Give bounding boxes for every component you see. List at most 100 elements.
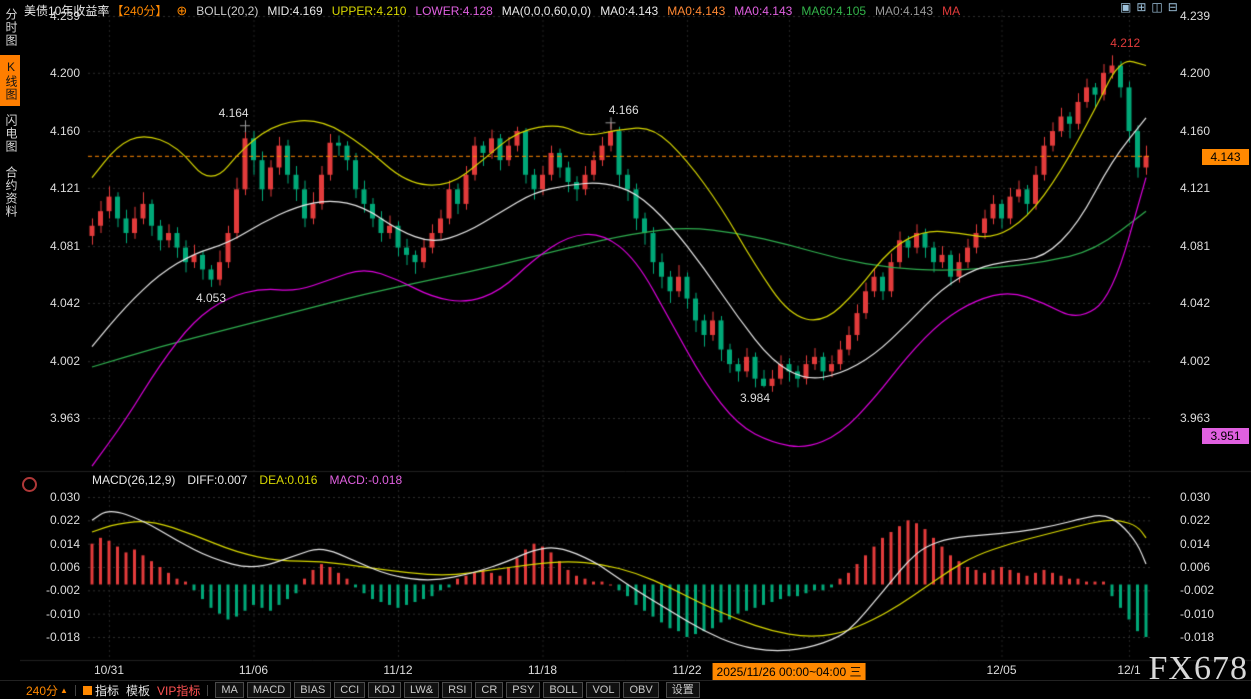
macd-axis-label: 0.006 bbox=[28, 560, 80, 574]
ma-value: MA0:4.143 bbox=[667, 4, 725, 18]
macd-axis-label: -0.002 bbox=[1180, 583, 1214, 597]
x-axis-label: 10/31 bbox=[94, 663, 124, 677]
price-annotation: 3.984 bbox=[740, 392, 770, 406]
macd-axis-label: -0.018 bbox=[28, 630, 80, 644]
indicator-button-2[interactable]: MACD bbox=[247, 682, 291, 698]
boll-mid-value: MID:4.169 bbox=[267, 4, 322, 18]
x-axis-label: 11/18 bbox=[528, 663, 557, 677]
indicator-button-12[interactable]: OBV bbox=[623, 682, 658, 698]
macd-legend-bar: MACD(26,12,9) DIFF:0.007 DEA:0.016 MACD:… bbox=[92, 473, 402, 487]
price-annotation: 4.166 bbox=[609, 103, 639, 117]
macd-axis-label: -0.018 bbox=[1180, 630, 1214, 644]
layout-columns-icon[interactable]: ◫ bbox=[1151, 1, 1162, 14]
indicator-button-3[interactable]: BIAS bbox=[294, 682, 331, 698]
boll-label: BOLL(20,2) bbox=[196, 4, 258, 18]
y-axis-label: 4.160 bbox=[28, 124, 80, 138]
y-axis-label: 4.200 bbox=[1180, 66, 1210, 80]
indicator-button-6[interactable]: LW& bbox=[404, 682, 439, 698]
bottom-toolbar: 240分 ▲ 指标 模板 VIP指标 MAMACDBIASCCIKDJLW&RS… bbox=[0, 680, 1251, 699]
boll-lower-value: LOWER:4.128 bbox=[415, 4, 492, 18]
price-annotation: 4.053 bbox=[196, 291, 226, 305]
y-axis-label: 4.002 bbox=[1180, 354, 1210, 368]
sidebar-tab-1[interactable]: K线图 bbox=[0, 55, 20, 106]
macd-label: MACD(26,12,9) bbox=[92, 473, 175, 487]
left-sidebar: 分时图 K线图闪电图合约资料 bbox=[0, 0, 20, 699]
ma-value: MA60:4.105 bbox=[801, 4, 866, 18]
ma-value: MA0:4.143 bbox=[875, 4, 933, 18]
macd-axis-label: 0.006 bbox=[1180, 560, 1210, 574]
x-axis-label: 11/06 bbox=[239, 663, 268, 677]
indicator-button-1[interactable]: MA bbox=[215, 682, 244, 698]
ma-group-label: MA(0,0,0,60,0,0) bbox=[502, 4, 591, 18]
x-axis-label: 11/22 bbox=[672, 663, 701, 677]
sidebar-tab-3[interactable]: 合约资料 bbox=[0, 161, 20, 223]
y-axis-label: 4.081 bbox=[28, 239, 80, 253]
y-axis-label: 3.963 bbox=[28, 411, 80, 425]
y-axis-label: 4.002 bbox=[28, 354, 80, 368]
sidebar-tab-0[interactable]: 分时图 bbox=[0, 3, 20, 52]
indicator-button-4[interactable]: CCI bbox=[334, 682, 365, 698]
macd-diff-value: DIFF:0.007 bbox=[187, 473, 247, 487]
x-axis-label: 12/1 bbox=[1117, 663, 1140, 677]
price-annotation: 4.212 bbox=[1110, 36, 1140, 50]
session-marker-icon[interactable] bbox=[22, 477, 37, 492]
macd-axis-label: -0.010 bbox=[1180, 607, 1214, 621]
indicator-button-8[interactable]: CR bbox=[475, 682, 503, 698]
caret-up-icon: ▲ bbox=[60, 686, 68, 695]
tab-templates[interactable]: 模板 bbox=[126, 682, 150, 699]
timeframe-selector[interactable]: 240分 ▲ bbox=[26, 682, 68, 699]
boll-upper-value: UPPER:4.210 bbox=[332, 4, 407, 18]
macd-axis-label: -0.002 bbox=[28, 583, 80, 597]
window-layout-icons: ▣ ⊞ ◫ ⊟ bbox=[1120, 1, 1178, 14]
macd-axis-label: -0.010 bbox=[28, 607, 80, 621]
x-axis-label: 12/05 bbox=[986, 663, 1016, 677]
settings-button[interactable]: 设置 bbox=[666, 682, 700, 698]
macd-axis-label: 0.022 bbox=[28, 513, 80, 527]
macd-axis-label: 0.030 bbox=[1180, 490, 1210, 504]
y-axis-label: 4.042 bbox=[28, 296, 80, 310]
indicator-button-9[interactable]: PSY bbox=[506, 682, 540, 698]
y-axis-label: 3.963 bbox=[1180, 411, 1210, 425]
y-axis-label: 4.200 bbox=[28, 66, 80, 80]
timeframe-label: 240分 bbox=[26, 682, 58, 699]
ma-values-group: MA0:4.143 MA0:4.143 MA0:4.143 MA60:4.105 MA0… bbox=[600, 4, 960, 18]
tab-indicators[interactable]: 指标 bbox=[83, 682, 119, 699]
expand-icon[interactable]: ⊕ bbox=[176, 3, 187, 19]
axis-price-tag: 3.951 bbox=[1202, 428, 1249, 444]
y-axis-label: 4.160 bbox=[1180, 124, 1210, 138]
indicator-button-11[interactable]: VOL bbox=[586, 682, 620, 698]
ma-value: MA bbox=[942, 4, 960, 18]
layout-grid-icon[interactable]: ⊞ bbox=[1136, 1, 1146, 14]
y-axis-label: 4.121 bbox=[1180, 181, 1210, 195]
y-axis-label: 4.042 bbox=[1180, 296, 1210, 310]
indicator-tab-marker-icon bbox=[83, 686, 92, 695]
ma-value: MA0:4.143 bbox=[734, 4, 792, 18]
sidebar-tab-2[interactable]: 闪电图 bbox=[0, 109, 20, 158]
macd-axis-label: 0.022 bbox=[1180, 513, 1210, 527]
indicator-button-5[interactable]: KDJ bbox=[368, 682, 401, 698]
macd-axis-label: 0.014 bbox=[1180, 537, 1210, 551]
macd-dea-value: DEA:0.016 bbox=[259, 473, 317, 487]
indicator-button-10[interactable]: BOLL bbox=[543, 682, 583, 698]
tab-indicators-label: 指标 bbox=[95, 682, 119, 699]
y-axis-label: 4.239 bbox=[1180, 9, 1210, 23]
macd-axis-label: 0.030 bbox=[28, 490, 80, 504]
indicator-button-7[interactable]: RSI bbox=[442, 682, 472, 698]
indicator-button-group: MAMACDBIASCCIKDJLW&RSICRPSYBOLLVOLOBV bbox=[215, 682, 658, 698]
y-axis-label: 4.121 bbox=[28, 181, 80, 195]
trading-app-window: 分时图 K线图闪电图合约资料 美债10年收益率 【240分】 ⊕ BOLL(20,… bbox=[0, 0, 1251, 699]
chart-legend-bar: 美债10年收益率 【240分】 ⊕ BOLL(20,2) MID:4.169 U… bbox=[24, 2, 960, 19]
y-axis-label: 4.081 bbox=[1180, 239, 1210, 253]
toolbar-divider bbox=[207, 685, 208, 696]
macd-axis-label: 0.014 bbox=[28, 537, 80, 551]
ma-value: MA0:4.143 bbox=[600, 4, 658, 18]
x-axis-highlight-label: 2025/11/26 00:00~04:00 三 bbox=[713, 663, 866, 680]
layout-rows-icon[interactable]: ⊟ bbox=[1168, 1, 1178, 14]
period-tag[interactable]: 【240分】 bbox=[111, 2, 167, 19]
tab-vip-indicators[interactable]: VIP指标 bbox=[157, 682, 200, 699]
instrument-title: 美债10年收益率 bbox=[24, 2, 109, 19]
macd-macd-value: MACD:-0.018 bbox=[329, 473, 402, 487]
axis-price-tag: 4.143 bbox=[1202, 149, 1249, 165]
layout-single-icon[interactable]: ▣ bbox=[1120, 1, 1131, 14]
x-axis-label: 11/12 bbox=[383, 663, 412, 677]
